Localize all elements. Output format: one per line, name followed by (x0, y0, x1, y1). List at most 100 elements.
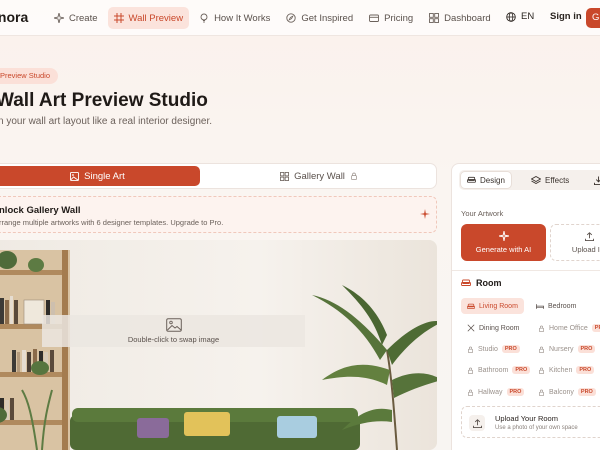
pro-badge: PRO (577, 345, 596, 353)
tab-download[interactable] (594, 172, 600, 188)
room-option-kitchen[interactable]: Kitchen PRO (532, 362, 600, 378)
room-option-balcony[interactable]: Balcony PRO (532, 384, 600, 400)
card-icon (369, 14, 380, 22)
room-option-bathroom[interactable]: Bathroom PRO (461, 362, 536, 378)
nav-label: Get Inspired (301, 12, 354, 24)
app-logo[interactable]: Inora (0, 9, 28, 25)
sofa-icon (467, 176, 476, 183)
get-started-button[interactable]: G (586, 8, 600, 28)
page-subtitle: n your wall art layout like a real inter… (0, 116, 212, 127)
globe-icon (506, 11, 516, 22)
tab-label: Gallery Wall (294, 170, 345, 182)
nav-get-inspired[interactable]: Get Inspired (280, 7, 359, 29)
image-icon (70, 171, 80, 181)
room-title-label: Room (476, 278, 502, 288)
room-option-label: Bedroom (548, 302, 577, 310)
room-option-living-room[interactable]: Living Room (461, 298, 524, 314)
main-nav: Create Wall Preview How It Works Get Ins… (48, 7, 497, 29)
swap-image-overlay[interactable]: Double-click to swap image (42, 315, 305, 347)
sofa-icon (461, 279, 471, 286)
tab-gallery-wall[interactable]: Gallery Wall (203, 166, 435, 186)
room-option-label: Balcony (549, 388, 574, 396)
unlock-subtitle: rrange multiple artworks with 6 designer… (0, 218, 224, 227)
your-artwork-label: Your Artwork (461, 209, 504, 218)
room-section-title: Room (461, 278, 502, 288)
tab-label: Effects (545, 175, 570, 185)
pro-badge: PRO (577, 388, 596, 396)
room-option-label: Nursery (549, 345, 574, 353)
preview-studio-badge: Preview Studio (0, 68, 59, 84)
room-option-hallway[interactable]: Hallway PRO (461, 384, 530, 400)
room-option-label: Kitchen (549, 366, 573, 374)
room-option-nursery[interactable]: Nursery PRO (532, 341, 600, 357)
upload-image-button[interactable]: Upload Im (550, 224, 600, 261)
sparkle-icon (54, 13, 64, 23)
room-preview[interactable]: Double-click to swap image (0, 240, 437, 450)
sofa-icon (467, 303, 475, 309)
tab-label: Single Art (84, 170, 125, 182)
lock-icon (468, 389, 473, 396)
design-panel: Design Effects Your Artwork Generate wit… (451, 163, 600, 450)
room-option-label: Dining Room (479, 324, 520, 332)
unlock-title: nlock Gallery Wall (0, 205, 81, 216)
pro-badge: PRO (501, 345, 520, 353)
generate-label: Generate with AI (475, 245, 532, 254)
pro-badge: PRO (512, 366, 531, 374)
lock-icon (468, 367, 473, 374)
generate-with-ai-button[interactable]: Generate with AI (461, 224, 546, 261)
room-option-dining-room[interactable]: Dining Room (461, 320, 525, 336)
upload-room-title: Upload Your Room (495, 414, 558, 423)
nav-create[interactable]: Create (48, 7, 104, 29)
tab-label: Design (480, 175, 505, 185)
tab-effects[interactable]: Effects (531, 172, 569, 188)
pro-badge: PRO (576, 366, 595, 374)
lock-icon (539, 389, 544, 396)
room-option-label: Living Room (479, 302, 518, 310)
tab-single-art[interactable]: Single Art (0, 166, 200, 186)
room-option-home-office[interactable]: Home Office PRO (532, 320, 600, 336)
nav-wall-preview[interactable]: Wall Preview (107, 7, 190, 29)
room-option-label: Home Office (549, 324, 588, 332)
swap-image-hint: Double-click to swap image (127, 335, 220, 344)
compass-icon (286, 13, 297, 23)
pro-badge: PRO (506, 388, 525, 396)
pro-badge: PRO (591, 324, 600, 332)
divider (452, 270, 600, 271)
nav-label: Create (69, 12, 98, 24)
nav-label: Dashboard (444, 12, 491, 24)
mode-tabs: Single Art Gallery Wall (0, 163, 437, 189)
tab-design[interactable]: Design (461, 172, 511, 188)
bed-icon (536, 303, 544, 309)
nav-label: How It Works (214, 12, 271, 24)
lock-icon (539, 367, 544, 374)
lock-icon (539, 325, 544, 332)
page-title: Wall Art Preview Studio (0, 90, 208, 111)
sparkle-icon (420, 209, 430, 219)
top-nav-bar: Inora Create Wall Preview How It Works G… (0, 0, 600, 36)
sign-in-link[interactable]: Sign in (550, 11, 582, 22)
language-label: EN (521, 11, 535, 22)
lock-icon (468, 346, 473, 353)
upload-room-subtitle: Use a photo of your own space (495, 425, 578, 431)
download-icon (594, 175, 600, 185)
image-icon (165, 318, 182, 332)
sparkle-icon (498, 231, 509, 241)
lock-icon (351, 172, 357, 180)
lock-icon (539, 346, 544, 353)
panel-tabs: Design Effects (459, 170, 600, 190)
nav-label: Wall Preview (128, 12, 184, 24)
language-selector[interactable]: EN (506, 11, 534, 22)
frame-icon (113, 13, 124, 23)
room-option-bedroom[interactable]: Bedroom (530, 298, 582, 314)
grid-icon (429, 13, 440, 23)
room-option-studio[interactable]: Studio PRO (461, 341, 526, 357)
nav-how-it-works[interactable]: How It Works (193, 7, 276, 29)
layers-icon (531, 175, 541, 184)
upload-room-button[interactable]: Upload Your Room Use a photo of your own… (461, 406, 600, 438)
nav-dashboard[interactable]: Dashboard (423, 7, 496, 29)
nav-pricing[interactable]: Pricing (363, 7, 419, 29)
room-option-label: Studio (478, 345, 498, 353)
upload-icon (469, 415, 485, 431)
unlock-gallery-banner[interactable]: nlock Gallery Wall rrange multiple artwo… (0, 196, 437, 233)
room-option-label: Bathroom (478, 366, 509, 374)
